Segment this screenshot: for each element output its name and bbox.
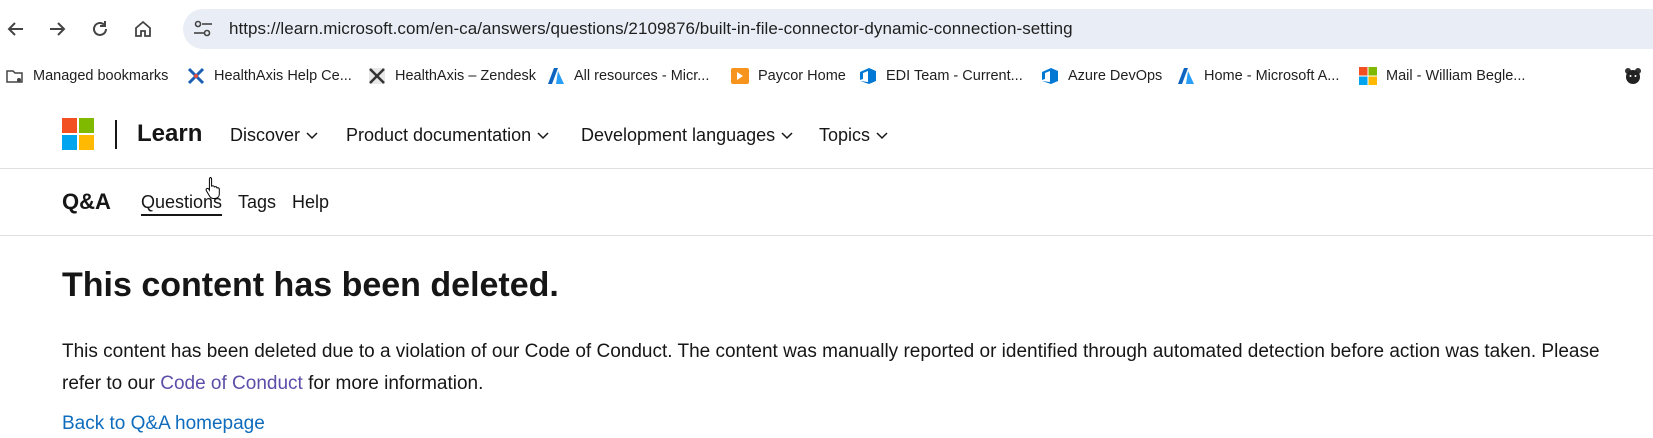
- nav-label: Topics: [819, 125, 871, 145]
- bookmark-extra[interactable]: [1624, 60, 1651, 92]
- qa-subheader: Q&A Questions Tags Help: [0, 169, 1653, 236]
- bookmark-home-microsoft[interactable]: Home - Microsoft A...: [1177, 60, 1339, 92]
- folder-managed-icon: [6, 67, 24, 85]
- hand-cursor-icon: [205, 177, 220, 199]
- bookmark-label: HealthAxis Help Ce...: [214, 68, 352, 84]
- bookmark-label: Mail - William Begle...: [1386, 68, 1526, 84]
- bookmark-label: Azure DevOps: [1068, 68, 1163, 84]
- message-text-end: for more information.: [302, 373, 484, 394]
- qa-nav-help[interactable]: Help: [292, 192, 329, 213]
- bookmark-zendesk[interactable]: HealthAxis – Zendesk: [368, 60, 536, 92]
- azure-icon: [1177, 67, 1195, 85]
- url-text[interactable]: https://learn.microsoft.com/en-ca/answer…: [229, 19, 1073, 39]
- bookmark-label: Paycor Home: [758, 68, 846, 84]
- bookmark-paycor[interactable]: Paycor Home: [731, 60, 846, 92]
- zendesk-icon: [368, 67, 386, 85]
- header-divider: [115, 120, 117, 149]
- back-icon[interactable]: [1, 14, 31, 44]
- bookmark-mail[interactable]: Mail - William Begle...: [1359, 60, 1525, 92]
- bookmark-managed[interactable]: Managed bookmarks: [6, 60, 168, 92]
- azure-devops-icon: [859, 67, 877, 85]
- chevron-down-icon: [781, 131, 793, 139]
- bookmark-label: Managed bookmarks: [33, 68, 169, 84]
- chevron-down-icon: [876, 131, 888, 139]
- chevron-down-icon: [306, 131, 318, 139]
- page-title: This content has been deleted.: [62, 266, 559, 304]
- qa-title-link[interactable]: Q&A: [62, 189, 111, 215]
- nav-development-languages[interactable]: Development languages: [581, 125, 793, 146]
- healthaxis-icon: [187, 67, 205, 85]
- nav-product-documentation[interactable]: Product documentation: [346, 125, 549, 146]
- nav-label: Product documentation: [346, 125, 532, 145]
- nav-label: Development languages: [581, 125, 776, 145]
- bookmarks-bar: Managed bookmarks HealthAxis Help Ce... …: [0, 60, 1653, 92]
- microsoft-logo-icon[interactable]: [62, 118, 94, 150]
- bookmark-edi-team[interactable]: EDI Team - Current...: [859, 60, 1023, 92]
- bookmark-label: HealthAxis – Zendesk: [395, 68, 537, 84]
- bookmark-label: All resources - Micr...: [574, 68, 710, 84]
- bookmark-all-resources[interactable]: All resources - Micr...: [547, 60, 709, 92]
- bear-icon: [1624, 67, 1642, 85]
- deleted-message: This content has been deleted due to a v…: [62, 336, 1622, 400]
- address-bar[interactable]: https://learn.microsoft.com/en-ca/answer…: [183, 9, 1653, 49]
- azure-devops-icon: [1041, 67, 1059, 85]
- chevron-down-icon: [537, 131, 549, 139]
- microsoft-icon: [1359, 67, 1377, 85]
- nav-topics[interactable]: Topics: [819, 125, 888, 146]
- back-to-qa-link[interactable]: Back to Q&A homepage: [62, 413, 265, 435]
- azure-icon: [547, 67, 565, 85]
- paycor-icon: [731, 67, 749, 85]
- bookmark-label: Home - Microsoft A...: [1204, 68, 1340, 84]
- site-header: Learn Discover Product documentation Dev…: [0, 100, 1653, 169]
- nav-discover[interactable]: Discover: [230, 125, 318, 146]
- home-icon[interactable]: [128, 14, 158, 44]
- bookmark-azure-devops[interactable]: Azure DevOps: [1041, 60, 1162, 92]
- bookmark-label: EDI Team - Current...: [886, 68, 1023, 84]
- browser-toolbar: https://learn.microsoft.com/en-ca/answer…: [0, 0, 1653, 58]
- site-info-icon[interactable]: [193, 20, 213, 38]
- reload-icon[interactable]: [85, 14, 115, 44]
- nav-label: Discover: [230, 125, 301, 145]
- qa-nav-tags[interactable]: Tags: [238, 192, 276, 213]
- learn-brand-link[interactable]: Learn: [137, 120, 202, 148]
- bookmark-healthaxis-help[interactable]: HealthAxis Help Ce...: [187, 60, 352, 92]
- forward-icon[interactable]: [42, 14, 72, 44]
- code-of-conduct-link[interactable]: Code of Conduct: [160, 373, 303, 394]
